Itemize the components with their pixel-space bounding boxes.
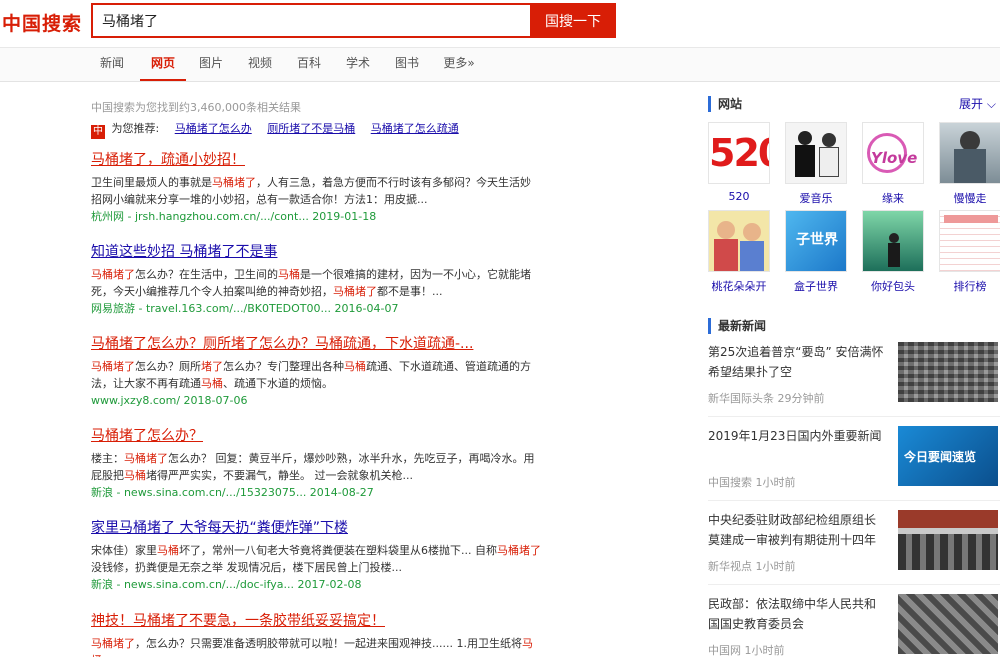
tab-academic[interactable]: 学术 [336, 48, 380, 81]
site-tile[interactable]: Ylove 缘来 [862, 122, 924, 206]
tab-books[interactable]: 图书 [385, 48, 429, 81]
site-label: 你好包头 [871, 280, 915, 293]
site-thumb: 子世界 [785, 210, 847, 272]
tab-video[interactable]: 视频 [238, 48, 282, 81]
sidebar: 网站 展开 ⌵ 520 520 爱音乐 Ylove 缘来 慢慢走 [708, 96, 1000, 657]
site-label: 排行榜 [953, 280, 987, 293]
search-result: 知道这些妙招 马桶堵了不是事 马桶堵了怎么办？在生活中，卫生间的马桶是一个很难搞… [91, 242, 541, 317]
header: 中国搜索 国搜一下 [0, 0, 1000, 48]
result-source[interactable]: www.jxzy8.com/ 2018-07-06 [91, 393, 541, 409]
result-source[interactable]: 网易旅游 - travel.163.com/.../BK0TEDOT00... … [91, 301, 541, 317]
news-section-title: 最新新闻 [708, 318, 1000, 334]
chevron-down-icon: ⌵ [986, 97, 996, 111]
zhong-badge-icon: 中 [91, 125, 105, 139]
expand-button[interactable]: 展开 ⌵ [959, 96, 996, 112]
nav-tabs: 新闻 网页 图片 视频 百科 学术 图书 更多» [0, 48, 1000, 82]
recommend-link[interactable]: 马桶堵了怎么办 [175, 122, 252, 135]
site-tile[interactable]: 排行榜 [939, 210, 1000, 294]
site-thumb [708, 210, 770, 272]
tab-images[interactable]: 图片 [189, 48, 233, 81]
result-title[interactable]: 马桶堵了怎么办？ [91, 426, 541, 446]
result-snippet: 马桶堵了怎么办？在生活中，卫生间的马桶是一个很难搞的建材，因为一不小心，它就能堵… [91, 268, 531, 298]
news-title[interactable]: 2019年1月23日国内外重要新闻 [708, 426, 886, 446]
search-result: 马桶堵了怎么办？厕所堵了怎么办？马桶疏通，下水道疏通-... 马桶堵了怎么办？厕… [91, 334, 541, 409]
news-thumb[interactable] [898, 594, 998, 654]
result-title[interactable]: 马桶堵了，疏通小妙招！ [91, 150, 541, 170]
recommend-link[interactable]: 马桶堵了怎么疏通 [371, 122, 459, 135]
site-tile[interactable]: 桃花朵朵开 [708, 210, 770, 294]
news-thumb[interactable] [898, 342, 998, 402]
tab-web[interactable]: 网页 [140, 48, 186, 81]
result-snippet: 马桶堵了，怎么办？只需要准备透明胶带就可以啦！一起进来围观神技...... 1.… [91, 637, 533, 657]
divider [708, 500, 1000, 501]
site-tile[interactable]: 520 520 [708, 122, 770, 203]
site-label: 缘来 [882, 192, 904, 205]
sites-section-title: 网站 展开 ⌵ [708, 96, 1000, 112]
results-count: 中国搜索为您找到约3,460,000条相关结果 [91, 101, 301, 114]
result-source[interactable]: 新浪 - news.sina.com.cn/.../15323075... 20… [91, 485, 541, 501]
news-item[interactable]: 中央纪委驻财政部纪检组原组长莫建成一审被判有期徒刑十四年 新华视点 1小时前 [708, 510, 998, 580]
recommend-bar: 中 为您推荐: 马桶堵了怎么办 厕所堵了不是马桶 马桶堵了怎么疏通 [91, 120, 459, 139]
site-thumb [785, 122, 847, 184]
site-label: 桃花朵朵开 [711, 280, 767, 293]
news-meta: 中国搜索 1小时前 [708, 476, 796, 489]
news-meta: 新华视点 1小时前 [708, 560, 796, 573]
site-label: 慢慢走 [953, 192, 987, 205]
site-tile[interactable]: 爱音乐 [785, 122, 847, 206]
result-title[interactable]: 神技！马桶堵了不要急，一条胶带纸妥妥搞定！ [91, 611, 541, 631]
search-input[interactable] [91, 3, 530, 38]
site-label: 盒子世界 [794, 280, 838, 293]
news-meta: 中国网 1小时前 [708, 644, 785, 657]
news-item[interactable]: 第25次追着普京“要岛” 安倍满怀希望结果扑了空 新华国际头条 29分钟前 [708, 342, 998, 412]
news-thumb[interactable] [898, 510, 998, 570]
search-button[interactable]: 国搜一下 [530, 3, 616, 38]
news-title[interactable]: 中央纪委驻财政部纪检组原组长莫建成一审被判有期徒刑十四年 [708, 510, 886, 550]
tab-more[interactable]: 更多» [434, 48, 484, 81]
news-meta: 新华国际头条 29分钟前 [708, 392, 825, 405]
tab-news[interactable]: 新闻 [88, 48, 136, 81]
search-result: 马桶堵了怎么办？ 楼主：马桶堵了怎么办？ 回复：黄豆半斤，爆炒吵熟，冰半升水，先… [91, 426, 541, 501]
result-snippet: 楼主：马桶堵了怎么办？ 回复：黄豆半斤，爆炒吵熟，冰半升水，先吃豆子，再喝冷水。… [91, 452, 535, 482]
result-title[interactable]: 知道这些妙招 马桶堵了不是事 [91, 242, 541, 262]
divider [708, 584, 1000, 585]
site-tile[interactable]: 慢慢走 [939, 122, 1000, 206]
result-snippet: 宋体佳）家里马桶坏了，常州一八旬老大爷竟将粪便装在塑料袋里从6楼抛下... 自称… [91, 544, 541, 574]
search-result: 家里马桶堵了 大爷每天扔“粪便炸弹”下楼 宋体佳）家里马桶坏了，常州一八旬老大爷… [91, 518, 541, 593]
logo[interactable]: 中国搜索 [2, 9, 82, 36]
news-title[interactable]: 第25次追着普京“要岛” 安倍满怀希望结果扑了空 [708, 342, 886, 382]
result-snippet: 马桶堵了怎么办？厕所堵了怎么办？专门整理出各种马桶疏通、下水道疏通、管道疏通的方… [91, 360, 531, 390]
search-result: 神技！马桶堵了不要急，一条胶带纸妥妥搞定！ 马桶堵了，怎么办？只需要准备透明胶带… [91, 611, 541, 657]
site-thumb: 520 [708, 122, 770, 184]
result-title[interactable]: 家里马桶堵了 大爷每天扔“粪便炸弹”下楼 [91, 518, 541, 538]
site-thumb [939, 210, 1000, 272]
result-source[interactable]: 杭州网 - jrsh.hangzhou.com.cn/.../cont... 2… [91, 209, 541, 225]
site-tile[interactable]: 你好包头 [862, 210, 924, 294]
result-title[interactable]: 马桶堵了怎么办？厕所堵了怎么办？马桶疏通，下水道疏通-... [91, 334, 541, 354]
site-label: 520 [728, 190, 750, 203]
news-item[interactable]: 民政部：依法取缔中华人民共和国国史教育委员会 中国网 1小时前 [708, 594, 998, 657]
site-label: 爱音乐 [799, 192, 833, 205]
result-source[interactable]: 新浪 - news.sina.com.cn/.../doc-ifya... 20… [91, 577, 541, 593]
news-item[interactable]: 2019年1月23日国内外重要新闻 中国搜索 1小时前 今日要闻速览 [708, 426, 998, 496]
site-thumb [862, 210, 924, 272]
recommend-link[interactable]: 厕所堵了不是马桶 [267, 122, 355, 135]
search-result: 马桶堵了，疏通小妙招！ 卫生间里最烦人的事就是马桶堵了，人有三急，着急方便而不行… [91, 150, 541, 225]
news-title[interactable]: 民政部：依法取缔中华人民共和国国史教育委员会 [708, 594, 886, 634]
news-thumb[interactable]: 今日要闻速览 [898, 426, 998, 486]
site-thumb: Ylove [862, 122, 924, 184]
tab-baike[interactable]: 百科 [287, 48, 331, 81]
divider [708, 416, 1000, 417]
result-snippet: 卫生间里最烦人的事就是马桶堵了，人有三急，着急方便而不行时该有多郁闷？今天生活妙… [91, 176, 531, 206]
site-thumb [939, 122, 1000, 184]
site-tile[interactable]: 子世界 盒子世界 [785, 210, 847, 294]
recommend-label: 为您推荐: [111, 122, 160, 135]
